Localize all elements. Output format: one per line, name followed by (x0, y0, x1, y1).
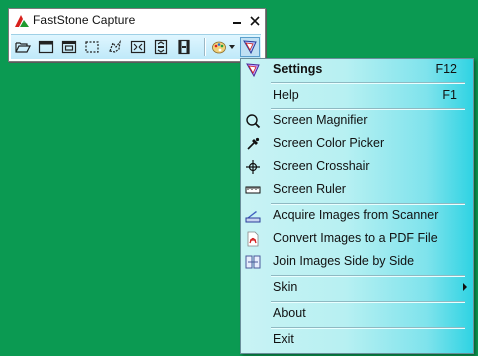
close-button[interactable] (246, 11, 264, 31)
open-file-icon (15, 42, 31, 53)
crosshair-icon (244, 158, 262, 176)
window-title: FastStone Capture (33, 13, 136, 27)
menu-item-join-images[interactable]: Join Images Side by Side (241, 251, 473, 273)
capture-toolbar (11, 34, 261, 59)
settings-menu-button[interactable] (240, 37, 260, 57)
menu-separator (271, 301, 465, 302)
capture-full-screen-icon (130, 40, 146, 54)
capture-active-window-button[interactable] (36, 37, 56, 57)
menu-item-shortcut: F12 (435, 62, 457, 76)
menu-item-label: Screen Ruler (273, 182, 346, 196)
minimize-button[interactable] (228, 11, 246, 31)
menu-item-help[interactable]: Help F1 (241, 85, 473, 107)
capture-scrolling-window-button[interactable] (151, 37, 171, 57)
menu-item-about[interactable]: About (241, 303, 473, 325)
capture-rectangular-region-icon (85, 41, 99, 53)
title-bar[interactable]: FastStone Capture (9, 9, 265, 33)
menu-item-label: About (273, 306, 306, 320)
menu-item-convert-pdf[interactable]: Convert Images to a PDF File (241, 228, 473, 250)
menu-item-screen-crosshair[interactable]: Screen Crosshair (241, 156, 473, 178)
capture-full-screen-button[interactable] (128, 37, 148, 57)
screen-recorder-button[interactable] (174, 37, 194, 57)
output-destination-button[interactable] (209, 37, 237, 57)
scanner-icon (244, 207, 262, 225)
capture-window-object-icon (61, 40, 77, 54)
menu-separator (271, 327, 465, 328)
faststone-logo-icon (15, 15, 29, 27)
menu-separator (271, 82, 465, 83)
menu-item-label: Help (273, 88, 299, 102)
submenu-arrow-icon (463, 283, 467, 291)
menu-item-shortcut: F1 (442, 88, 457, 102)
magnifier-icon (244, 112, 262, 130)
menu-item-label: Join Images Side by Side (273, 254, 415, 268)
open-file-button[interactable] (13, 37, 33, 57)
menu-item-label: Skin (273, 280, 298, 294)
menu-separator (271, 275, 465, 276)
settings-menu-icon (243, 40, 257, 55)
join-images-icon (244, 253, 262, 271)
menu-item-screen-ruler[interactable]: Screen Ruler (241, 179, 473, 201)
menu-item-label: Settings (273, 62, 323, 76)
settings-dropdown-menu: Settings F12 Help F1 Screen Magnifier Sc… (240, 58, 474, 354)
capture-rectangular-region-button[interactable] (82, 37, 102, 57)
menu-item-settings[interactable]: Settings F12 (241, 59, 473, 81)
output-palette-icon (212, 41, 226, 54)
eyedropper-icon (244, 135, 262, 153)
toolbar-separator (204, 38, 205, 56)
capture-freehand-region-icon (109, 39, 121, 53)
menu-item-screen-magnifier[interactable]: Screen Magnifier (241, 110, 473, 132)
capture-scrolling-window-icon (154, 39, 168, 55)
screen-recorder-icon (178, 39, 190, 55)
faststone-capture-window: FastStone Capture (8, 8, 266, 62)
menu-item-label: Screen Crosshair (273, 159, 370, 173)
menu-item-label: Screen Color Picker (273, 136, 385, 150)
close-icon (250, 16, 260, 26)
menu-item-label: Exit (273, 332, 294, 346)
settings-icon (244, 61, 262, 79)
menu-item-exit[interactable]: Exit (241, 329, 473, 351)
menu-item-screen-color-picker[interactable]: Screen Color Picker (241, 133, 473, 155)
menu-item-label: Acquire Images from Scanner (273, 208, 439, 222)
capture-window-object-button[interactable] (59, 37, 79, 57)
menu-item-acquire-images[interactable]: Acquire Images from Scanner (241, 205, 473, 227)
menu-separator (271, 108, 465, 109)
menu-item-label: Convert Images to a PDF File (273, 231, 438, 245)
ruler-icon (244, 181, 262, 199)
chevron-down-icon (229, 45, 235, 49)
menu-separator (271, 203, 465, 204)
capture-active-window-icon (38, 40, 54, 54)
pdf-icon (244, 230, 262, 248)
capture-freehand-region-button[interactable] (105, 37, 125, 57)
menu-item-skin[interactable]: Skin (241, 277, 473, 299)
menu-item-label: Screen Magnifier (273, 113, 368, 127)
minimize-icon (233, 22, 241, 24)
